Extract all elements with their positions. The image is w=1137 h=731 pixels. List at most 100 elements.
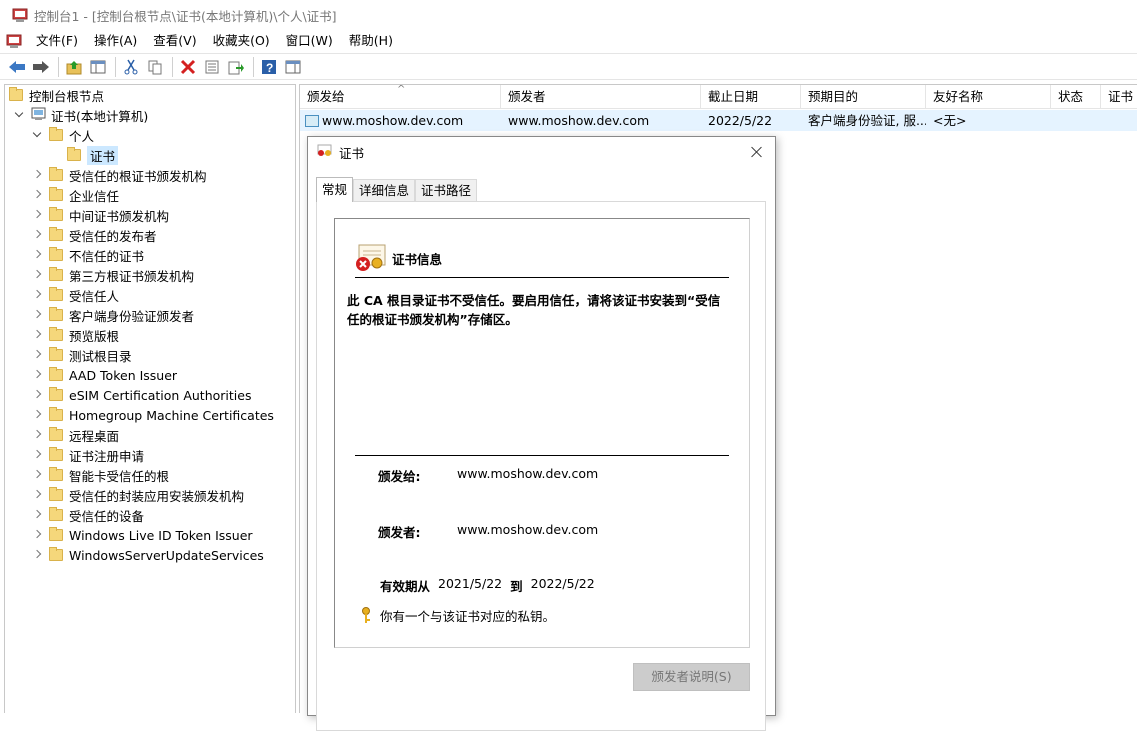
folder-icon [49, 207, 63, 221]
expand-arrow-icon[interactable] [31, 269, 43, 281]
expand-arrow-icon[interactable] [31, 229, 43, 241]
menu-action[interactable]: 操作(A) [86, 30, 145, 52]
expand-arrow-icon[interactable] [31, 369, 43, 381]
expand-arrow-icon[interactable] [31, 429, 43, 441]
tree-item-store[interactable]: 智能卡受信任的根 [31, 465, 169, 485]
column-issued-to[interactable]: 颁发给 ^ [300, 85, 501, 109]
expand-arrow-icon[interactable] [31, 449, 43, 461]
expand-arrow-icon[interactable] [31, 529, 43, 541]
tree-item-label: WindowsServerUpdateServices [69, 547, 264, 563]
column-intended-purposes[interactable]: 预期目的 [801, 85, 926, 109]
help-icon[interactable]: ? [258, 56, 280, 78]
dialog-title: 证书 [339, 145, 365, 161]
export-icon[interactable] [225, 56, 247, 78]
column-label: 颁发者 [508, 89, 546, 104]
tree-item-store[interactable]: 受信任人 [31, 285, 119, 305]
toolbar: ? [0, 53, 1137, 80]
tree-item-store[interactable]: 客户端身份验证颁发者 [31, 305, 194, 325]
expand-arrow-icon[interactable] [31, 209, 43, 221]
certificates-snapin-icon [31, 107, 47, 124]
close-icon[interactable] [747, 142, 767, 162]
tree-item-store[interactable]: 远程桌面 [31, 425, 119, 445]
tree-item-local-computer-certs[interactable]: 证书(本地计算机) [13, 105, 148, 125]
expand-arrow-icon[interactable] [13, 109, 25, 121]
forward-icon[interactable] [30, 56, 52, 78]
tree-item-store[interactable]: 中间证书颁发机构 [31, 205, 169, 225]
expand-arrow-icon[interactable] [31, 509, 43, 521]
menu-window[interactable]: 窗口(W) [278, 30, 341, 52]
back-icon[interactable] [6, 56, 28, 78]
expand-arrow-icon[interactable] [31, 309, 43, 321]
cell-text: www.moshow.dev.com [322, 113, 464, 128]
console-menu-icon[interactable] [6, 33, 22, 49]
tree-item-store[interactable]: eSIM Certification Authorities [31, 385, 251, 405]
expand-arrow-icon[interactable] [31, 409, 43, 421]
tree-item-store[interactable]: 预览版根 [31, 325, 119, 345]
tab-certification-path[interactable]: 证书路径 [415, 179, 478, 201]
expand-arrow-icon[interactable] [31, 489, 43, 501]
tree-item-store[interactable]: 证书注册申请 [31, 445, 144, 465]
tree-item-label: 测试根目录 [69, 348, 132, 364]
tree-item-store[interactable]: Windows Live ID Token Issuer [31, 525, 253, 545]
folder-icon [49, 247, 63, 261]
expand-arrow-icon[interactable] [31, 169, 43, 181]
folder-icon [49, 407, 63, 421]
tree-item-store[interactable]: 测试根目录 [31, 345, 132, 365]
tree-item-store[interactable]: 不信任的证书 [31, 245, 144, 265]
cell-expiration: 2022/5/22 [708, 113, 773, 128]
validity-period: 有效期从 2021/5/22 到 2022/5/22 [380, 576, 595, 595]
column-cert[interactable]: 证书 [1101, 85, 1137, 109]
folder-icon [49, 307, 63, 321]
column-label: 证书 [1108, 89, 1134, 104]
issued-by-value: www.moshow.dev.com [457, 522, 599, 537]
tree-item-store[interactable]: WindowsServerUpdateServices [31, 545, 264, 565]
menu-file[interactable]: 文件(F) [28, 30, 86, 52]
expand-arrow-icon[interactable] [31, 189, 43, 201]
up-folder-icon[interactable] [63, 56, 85, 78]
expand-arrow-icon[interactable] [31, 329, 43, 341]
table-row[interactable]: www.moshow.dev.com www.moshow.dev.com 20… [300, 110, 1137, 131]
tree-item-store[interactable]: Homegroup Machine Certificates [31, 405, 274, 425]
expand-arrow-icon[interactable] [31, 349, 43, 361]
copy-icon[interactable] [144, 56, 166, 78]
expand-arrow-icon[interactable] [31, 389, 43, 401]
tree-item-certificates-selected[interactable]: 证书 [67, 145, 119, 165]
folder-icon [49, 527, 63, 541]
mmc-app-icon [12, 7, 28, 23]
expand-arrow-icon[interactable] [31, 249, 43, 261]
expand-arrow-icon[interactable] [31, 129, 43, 141]
delete-icon[interactable] [177, 56, 199, 78]
tree-item-store[interactable]: 受信任的设备 [31, 505, 144, 525]
tab-general[interactable]: 常规 [316, 177, 354, 202]
issuer-statement-button[interactable]: 颁发者说明(S) [633, 663, 750, 691]
tree-item-label: AAD Token Issuer [69, 367, 178, 383]
tree-item-label: 受信任的封装应用安装颁发机构 [69, 488, 245, 504]
tree-item-store[interactable]: 受信任的发布者 [31, 225, 157, 245]
folder-icon [49, 387, 63, 401]
cut-icon[interactable] [120, 56, 142, 78]
expand-arrow-icon[interactable] [31, 469, 43, 481]
expand-arrow-icon[interactable] [31, 289, 43, 301]
tree-item-store[interactable]: 企业信任 [31, 185, 119, 205]
menu-favorites[interactable]: 收藏夹(O) [205, 30, 278, 52]
tree-item-store[interactable]: 受信任的封装应用安装颁发机构 [31, 485, 244, 505]
tree-item-store[interactable]: 受信任的根证书颁发机构 [31, 165, 207, 185]
menu-view[interactable]: 查看(V) [145, 30, 204, 52]
folder-icon [49, 347, 63, 361]
tree-item-personal[interactable]: 个人 [31, 125, 94, 145]
column-expiration[interactable]: 截止日期 [701, 85, 801, 109]
action-pane-icon[interactable] [282, 56, 304, 78]
menu-help[interactable]: 帮助(H) [341, 30, 401, 52]
tab-details[interactable]: 详细信息 [353, 179, 416, 201]
properties-icon[interactable] [201, 56, 223, 78]
column-status[interactable]: 状态 [1051, 85, 1101, 109]
tree-item-store[interactable]: 第三方根证书颁发机构 [31, 265, 194, 285]
tree-item-label: 不信任的证书 [69, 248, 145, 264]
show-hide-tree-icon[interactable] [87, 56, 109, 78]
column-issued-by[interactable]: 颁发者 [501, 85, 701, 109]
tree-item-store[interactable]: AAD Token Issuer [31, 365, 177, 385]
tree-item-console-root[interactable]: 控制台根节点 [9, 85, 104, 105]
expand-arrow-icon[interactable] [31, 549, 43, 561]
folder-icon [49, 427, 63, 441]
column-friendly-name[interactable]: 友好名称 [926, 85, 1051, 109]
